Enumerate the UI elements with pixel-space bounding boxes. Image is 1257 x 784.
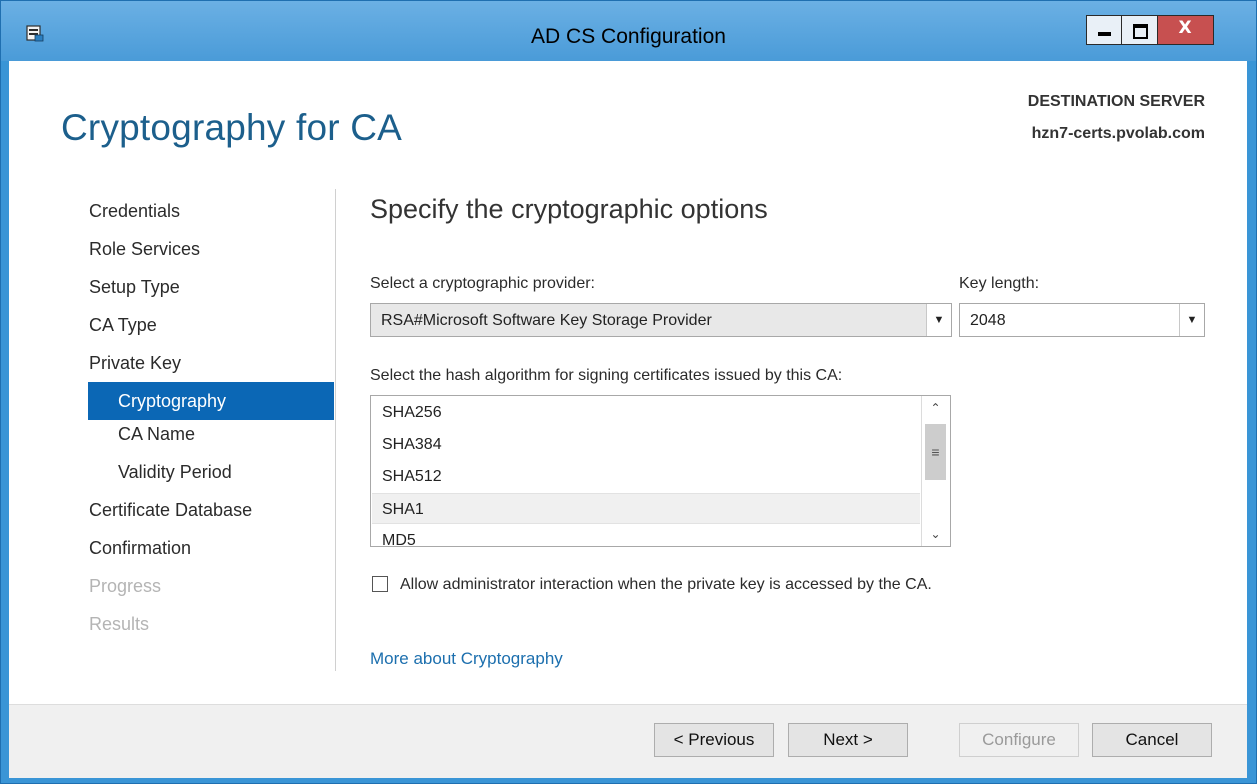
key-length-label: Key length: [959, 275, 1040, 292]
page-title: Cryptography for CA [61, 107, 403, 148]
hash-algorithm-list[interactable]: SHA256 SHA384 SHA512 SHA1 MD5 ⌃ ≡ ⌄ [370, 395, 951, 547]
allow-admin-label[interactable]: Allow administrator interaction when the… [400, 576, 932, 594]
nav-item-setup-type[interactable]: Setup Type [89, 273, 334, 311]
close-button[interactable]: X [1158, 15, 1214, 45]
client-area: Cryptography for CA DESTINATION SERVER h… [9, 61, 1247, 778]
destination-server-label: DESTINATION SERVER [1027, 93, 1205, 110]
chevron-down-icon[interactable]: ▼ [1179, 304, 1204, 336]
nav-item-results: Results [89, 610, 334, 648]
nav-item-confirmation[interactable]: Confirmation [89, 534, 334, 572]
configure-button: Configure [959, 723, 1079, 757]
list-item-md5[interactable]: MD5 [372, 525, 920, 546]
nav-item-cryptography[interactable]: Cryptography [88, 382, 334, 420]
list-item-sha384[interactable]: SHA384 [372, 429, 920, 460]
nav-item-label: Results [89, 614, 150, 634]
wizard-nav: Credentials Role Services Setup Type CA … [88, 197, 334, 648]
scroll-up-icon[interactable]: ⌃ [922, 398, 949, 418]
key-length-value: 2048 [970, 312, 1006, 329]
more-about-cryptography-link[interactable]: More about Cryptography [370, 649, 563, 669]
nav-item-label: Confirmation [89, 538, 192, 558]
window-frame: AD CS Configuration X Cryptography for C… [0, 0, 1257, 784]
nav-item-ca-name[interactable]: CA Name [89, 420, 334, 458]
provider-label: Select a cryptographic provider: [370, 275, 595, 292]
nav-item-label: Private Key [89, 353, 182, 373]
nav-item-progress: Progress [89, 572, 334, 610]
nav-item-label: Validity Period [118, 462, 232, 482]
nav-item-ca-type[interactable]: CA Type [89, 311, 334, 349]
list-item-sha1[interactable]: SHA1 [372, 493, 920, 524]
cancel-button[interactable]: Cancel [1092, 723, 1212, 757]
maximize-icon [1133, 24, 1148, 39]
nav-divider [335, 189, 336, 671]
minimize-icon [1098, 32, 1111, 36]
maximize-button[interactable] [1122, 15, 1158, 45]
key-length-dropdown[interactable]: 2048 ▼ [959, 303, 1205, 337]
scroll-thumb[interactable]: ≡ [925, 424, 946, 480]
chevron-down-icon[interactable]: ▼ [926, 304, 951, 336]
destination-server-name: hzn7-certs.pvolab.com [1031, 125, 1205, 142]
nav-item-validity-period[interactable]: Validity Period [89, 458, 334, 496]
nav-item-label: Credentials [89, 201, 181, 221]
provider-value: RSA#Microsoft Software Key Storage Provi… [381, 312, 712, 329]
scroll-down-icon[interactable]: ⌄ [922, 524, 949, 544]
allow-admin-checkbox[interactable] [372, 576, 388, 592]
nav-item-label: Cryptography [88, 382, 334, 420]
next-button[interactable]: Next > [788, 723, 908, 757]
list-item-sha512[interactable]: SHA512 [372, 461, 920, 492]
provider-dropdown[interactable]: RSA#Microsoft Software Key Storage Provi… [370, 303, 952, 337]
nav-item-label: Progress [89, 576, 162, 596]
nav-item-label: CA Type [89, 315, 157, 335]
nav-item-role-services[interactable]: Role Services [89, 235, 334, 273]
title-bar[interactable]: AD CS Configuration X [1, 1, 1256, 61]
list-scrollbar[interactable]: ⌃ ≡ ⌄ [921, 396, 950, 546]
minimize-button[interactable] [1086, 15, 1122, 45]
button-bar: < Previous Next > Configure Cancel [9, 704, 1247, 778]
close-icon: X [1178, 18, 1192, 38]
section-title: Specify the cryptographic options [370, 194, 768, 224]
list-item-sha256[interactable]: SHA256 [372, 397, 920, 428]
nav-item-certificate-database[interactable]: Certificate Database [89, 496, 334, 534]
nav-item-label: CA Name [118, 424, 196, 444]
nav-item-label: Setup Type [89, 277, 180, 297]
hash-label: Select the hash algorithm for signing ce… [370, 367, 843, 384]
nav-item-label: Certificate Database [89, 500, 253, 520]
previous-button[interactable]: < Previous [654, 723, 774, 757]
window-title: AD CS Configuration [531, 25, 726, 48]
nav-item-label: Role Services [89, 239, 201, 259]
nav-item-credentials[interactable]: Credentials [89, 197, 334, 235]
